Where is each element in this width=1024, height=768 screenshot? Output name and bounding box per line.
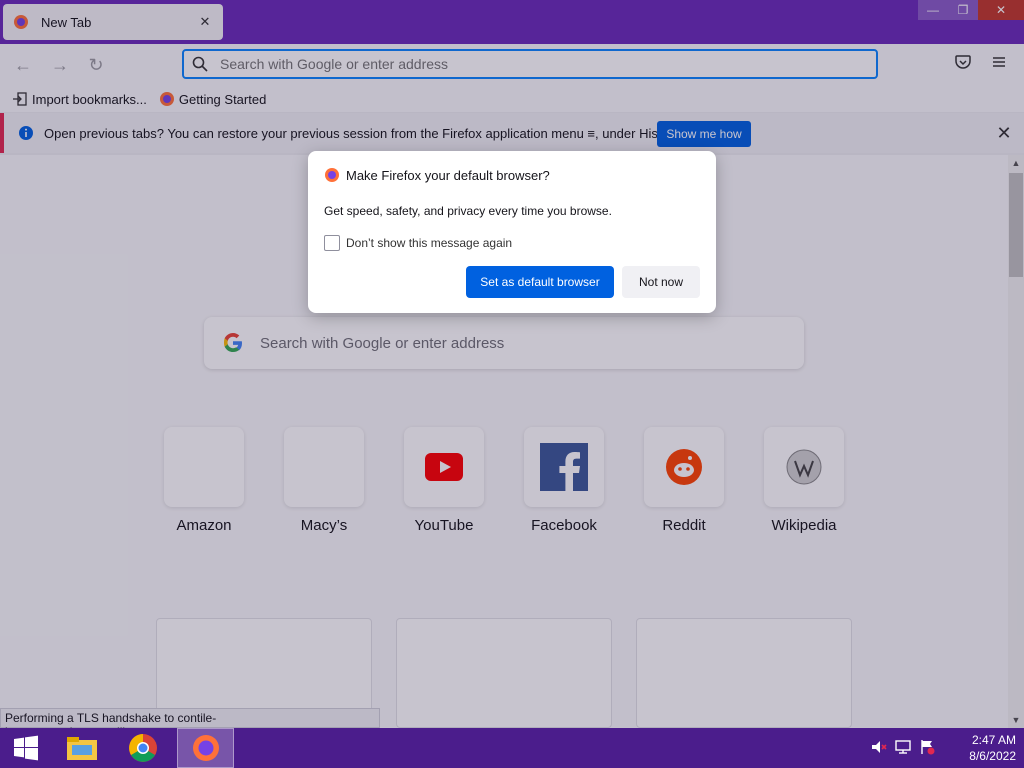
firefox-taskbar-button[interactable] [177, 728, 234, 768]
windows-icon [14, 735, 38, 761]
action-center-flag-icon[interactable] [918, 738, 936, 756]
dialog-body: Get speed, safety, and privacy every tim… [324, 204, 612, 218]
network-icon[interactable] [894, 738, 912, 756]
system-clock[interactable]: 2:47 AM 8/6/2022 [944, 732, 1016, 764]
default-browser-dialog: Make Firefox your default browser? Get s… [308, 151, 716, 313]
start-button[interactable] [0, 728, 52, 768]
chrome-icon [129, 734, 157, 762]
checkbox-box[interactable] [324, 235, 340, 251]
taskbar: 2:47 AM 8/6/2022 [0, 728, 1024, 768]
clock-time: 2:47 AM [971, 733, 1016, 747]
set-default-browser-button[interactable]: Set as default browser [466, 266, 614, 298]
chrome-taskbar-button[interactable] [117, 728, 169, 768]
dialog-header: Make Firefox your default browser? [324, 167, 550, 183]
firefox-icon [192, 735, 219, 761]
system-tray [870, 738, 936, 756]
folder-icon [67, 737, 97, 760]
not-now-button[interactable]: Not now [622, 266, 700, 298]
dont-show-again-checkbox[interactable]: Don’t show this message again [324, 235, 512, 251]
clock-date: 8/6/2022 [969, 749, 1016, 763]
speaker-muted-icon[interactable] [870, 738, 888, 756]
dialog-title: Make Firefox your default browser? [346, 167, 550, 183]
file-explorer-taskbar-button[interactable] [56, 728, 108, 768]
modal-overlay [0, 0, 1024, 728]
checkbox-label: Don’t show this message again [346, 236, 513, 250]
firefox-icon [325, 168, 339, 182]
